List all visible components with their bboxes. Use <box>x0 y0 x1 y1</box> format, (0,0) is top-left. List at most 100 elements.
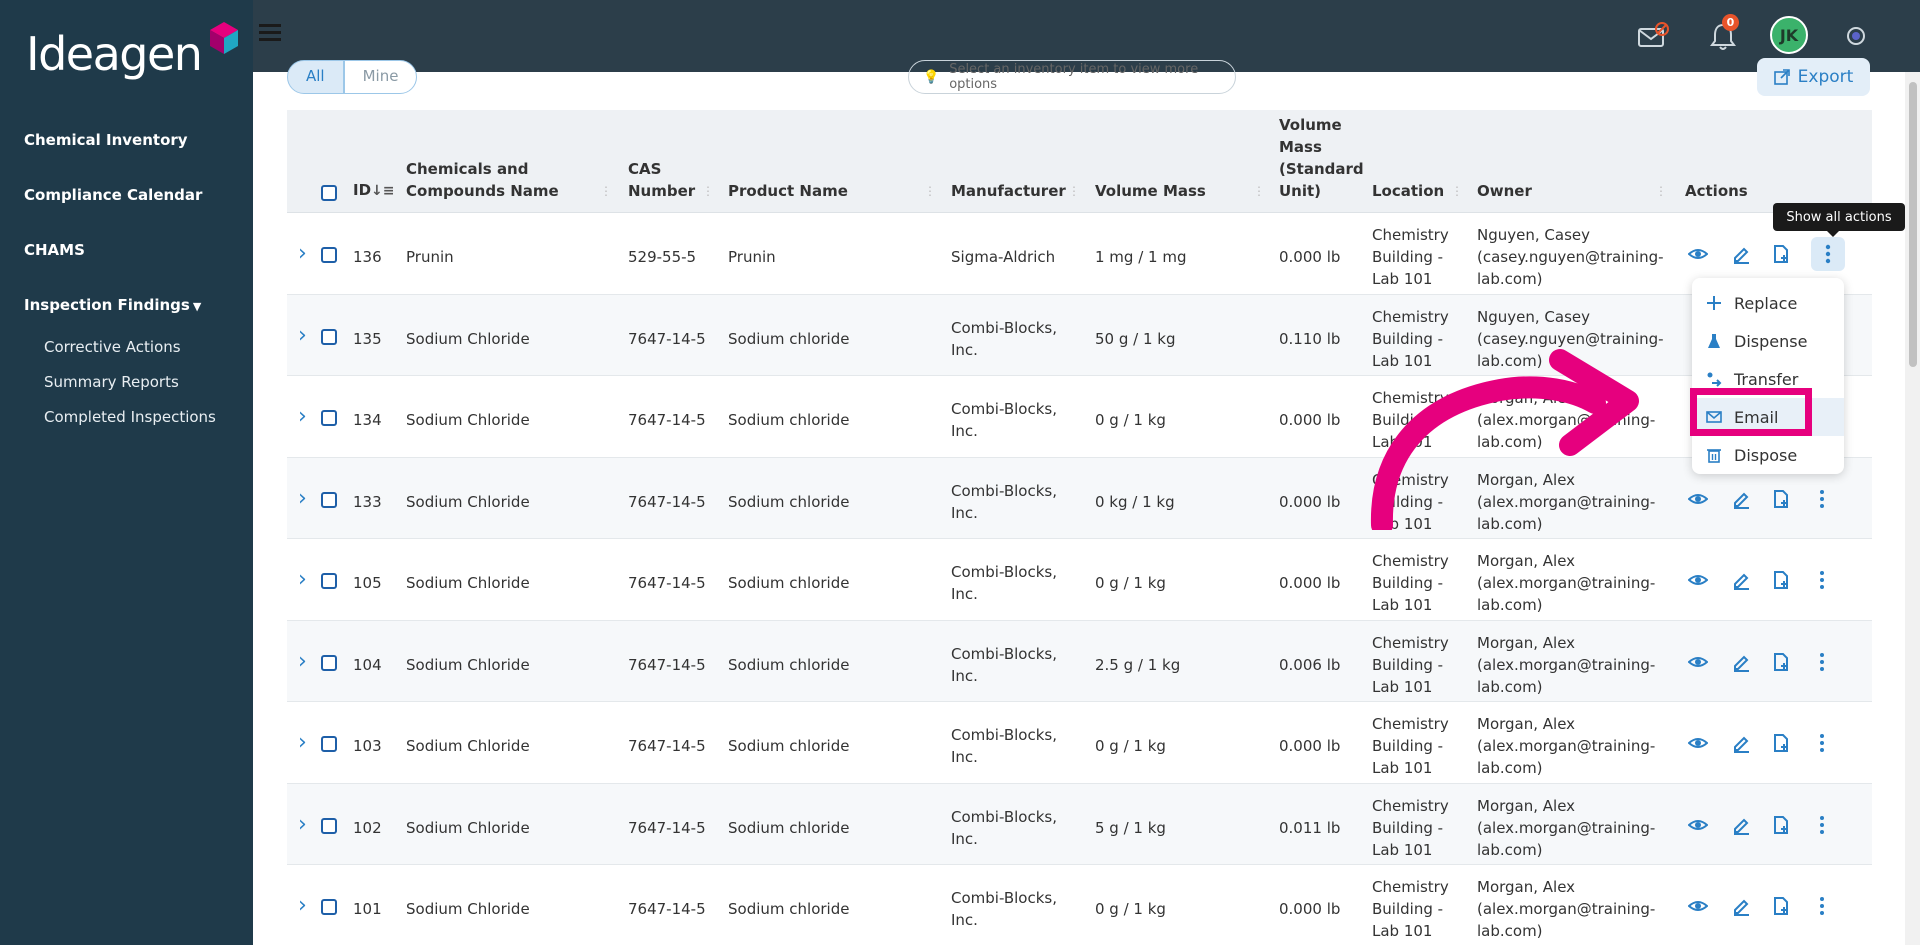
row-checkbox[interactable] <box>321 654 337 671</box>
row-checkbox[interactable] <box>321 899 337 915</box>
add-document-icon[interactable] <box>1771 570 1793 592</box>
table-row[interactable]: › 105 Sodium Chloride 7647-14-5 Sodium chlor… <box>287 539 1872 621</box>
expand-row-chevron-icon[interactable]: › <box>298 730 307 755</box>
view-icon[interactable] <box>1687 489 1710 511</box>
row-checkbox[interactable] <box>321 573 337 589</box>
resize-handle-icon[interactable]: ⋮ <box>702 184 714 198</box>
ownership-filter-toggle: All Mine <box>287 60 418 94</box>
ideagen-logo[interactable]: Ideagen <box>26 22 238 84</box>
expand-row-chevron-icon[interactable]: › <box>298 649 307 674</box>
resize-handle-icon[interactable]: ⋮ <box>1253 184 1265 198</box>
export-button[interactable]: Export <box>1757 58 1870 96</box>
hamburger-menu-icon[interactable] <box>259 24 281 42</box>
sidebar-subitem-completed-inspections[interactable]: Completed Inspections <box>44 408 244 443</box>
more-actions-icon[interactable] <box>1812 570 1834 592</box>
add-document-icon[interactable] <box>1771 489 1793 511</box>
expand-row-chevron-icon[interactable]: › <box>298 567 307 592</box>
row-checkbox[interactable] <box>321 247 337 263</box>
more-actions-icon[interactable] <box>1812 815 1834 837</box>
table-row[interactable]: › 102 Sodium Chloride 7647-14-5 Sodium chlor… <box>287 783 1872 865</box>
table-row[interactable]: › 104 Sodium Chloride 7647-14-5 Sodium chlor… <box>287 620 1872 702</box>
edit-icon[interactable] <box>1731 570 1753 592</box>
col-id-header[interactable]: ID↓≡ <box>353 179 395 202</box>
resize-handle-icon[interactable]: ⋮ <box>600 184 612 198</box>
col-owner-header[interactable]: Owner <box>1477 180 1532 202</box>
filter-all-button[interactable]: All <box>287 60 344 94</box>
more-actions-icon[interactable] <box>1812 896 1834 918</box>
row-checkbox[interactable] <box>321 328 337 345</box>
view-icon[interactable] <box>1687 733 1710 755</box>
col-product-header[interactable]: Product Name <box>728 180 848 202</box>
col-cas-header[interactable]: CAS Number <box>628 158 698 202</box>
row-checkbox[interactable] <box>321 817 337 834</box>
more-actions-icon[interactable] <box>1812 652 1834 674</box>
table-row[interactable]: › 103 Sodium Chloride 7647-14-5 Sodium chlor… <box>287 702 1872 784</box>
notifications-bell-icon[interactable]: 0 <box>1703 14 1743 56</box>
sidebar-item-chams[interactable]: CHAMS <box>24 240 244 295</box>
cell-volume-std: 0.000 lb <box>1279 574 1341 592</box>
col-name-header[interactable]: Chemicals and Compounds Name <box>406 158 576 202</box>
globe-icon[interactable] <box>1836 16 1876 56</box>
mail-disabled-icon[interactable] <box>1633 16 1673 56</box>
cell-id: 101 <box>353 900 382 918</box>
expand-row-chevron-icon[interactable]: › <box>298 241 307 266</box>
edit-icon[interactable] <box>1731 489 1753 511</box>
cell-manufacturer: Combi-Blocks, Inc. <box>951 318 1057 359</box>
col-location-header[interactable]: Location <box>1372 180 1444 202</box>
more-actions-icon[interactable] <box>1812 489 1834 511</box>
edit-icon[interactable] <box>1731 652 1753 674</box>
row-checkbox[interactable] <box>321 491 337 508</box>
resize-handle-icon[interactable]: ⋮ <box>1068 184 1080 198</box>
row-checkbox[interactable] <box>321 410 337 426</box>
table-row[interactable]: › 101 Sodium Chloride 7647-14-5 Sodium chlor… <box>287 865 1872 945</box>
menu-item-dispense[interactable]: Dispense <box>1692 322 1844 360</box>
cell-product-name: Sodium chloride <box>728 737 850 755</box>
view-icon[interactable] <box>1687 896 1710 918</box>
table-row[interactable]: › 136 Prunin 529-55-5 Prunin Sigma-Aldrich 1 m… <box>287 213 1872 295</box>
menu-item-dispose[interactable]: Dispose <box>1692 436 1844 474</box>
filter-mine-button[interactable]: Mine <box>343 60 418 94</box>
expand-row-chevron-icon[interactable]: › <box>298 323 307 348</box>
resize-handle-icon[interactable]: ⋮ <box>924 184 936 198</box>
sidebar-item-compliance-calendar[interactable]: Compliance Calendar <box>24 185 244 240</box>
cell-product-name: Sodium chloride <box>728 329 850 348</box>
expand-row-chevron-icon[interactable]: › <box>298 812 307 837</box>
add-document-icon[interactable] <box>1771 896 1793 918</box>
expand-row-chevron-icon[interactable]: › <box>298 486 307 511</box>
expand-row-chevron-icon[interactable]: › <box>298 404 307 429</box>
scrollbar-thumb[interactable] <box>1909 82 1917 367</box>
view-icon[interactable] <box>1687 815 1710 837</box>
view-icon[interactable] <box>1687 570 1710 592</box>
cell-chemical-name: Sodium Chloride <box>406 411 530 429</box>
expand-row-chevron-icon[interactable]: › <box>298 893 307 918</box>
col-volume-header[interactable]: Volume Mass <box>1095 180 1206 202</box>
add-document-icon[interactable] <box>1771 244 1793 266</box>
menu-item-replace[interactable]: Replace <box>1692 284 1844 322</box>
cell-location: Chemistry Building - Lab 101 <box>1372 226 1449 288</box>
resize-handle-icon[interactable]: ⋮ <box>1655 184 1667 198</box>
col-manufacturer-header[interactable]: Manufacturer <box>951 180 1066 202</box>
edit-icon[interactable] <box>1731 815 1753 837</box>
add-document-icon[interactable] <box>1771 815 1793 837</box>
sidebar-subitem-corrective-actions[interactable]: Corrective Actions <box>44 338 244 373</box>
more-actions-icon[interactable] <box>1812 733 1834 755</box>
select-all-checkbox[interactable] <box>321 185 337 201</box>
col-volume-std-header[interactable]: Volume Mass (Standard Unit) <box>1279 114 1364 202</box>
resize-handle-icon[interactable]: ⋮ <box>1451 184 1463 198</box>
cell-id: 102 <box>353 818 382 837</box>
edit-icon[interactable] <box>1731 733 1753 755</box>
cell-manufacturer: Combi-Blocks, Inc. <box>951 807 1057 848</box>
sidebar-item-chemical-inventory[interactable]: Chemical Inventory <box>24 130 244 185</box>
add-document-icon[interactable] <box>1771 652 1793 674</box>
active-more-actions-button[interactable] <box>1811 237 1845 271</box>
avatar[interactable]: JK <box>1770 16 1808 54</box>
edit-icon[interactable] <box>1731 244 1753 266</box>
edit-icon[interactable] <box>1731 896 1753 918</box>
view-icon[interactable] <box>1687 652 1710 674</box>
menu-item-label: Dispense <box>1734 331 1808 351</box>
view-icon[interactable] <box>1687 244 1710 266</box>
row-checkbox[interactable] <box>321 736 337 752</box>
sidebar-subitem-summary-reports[interactable]: Summary Reports <box>44 373 244 408</box>
cell-volume-std: 0.000 lb <box>1279 900 1341 918</box>
add-document-icon[interactable] <box>1771 733 1793 755</box>
